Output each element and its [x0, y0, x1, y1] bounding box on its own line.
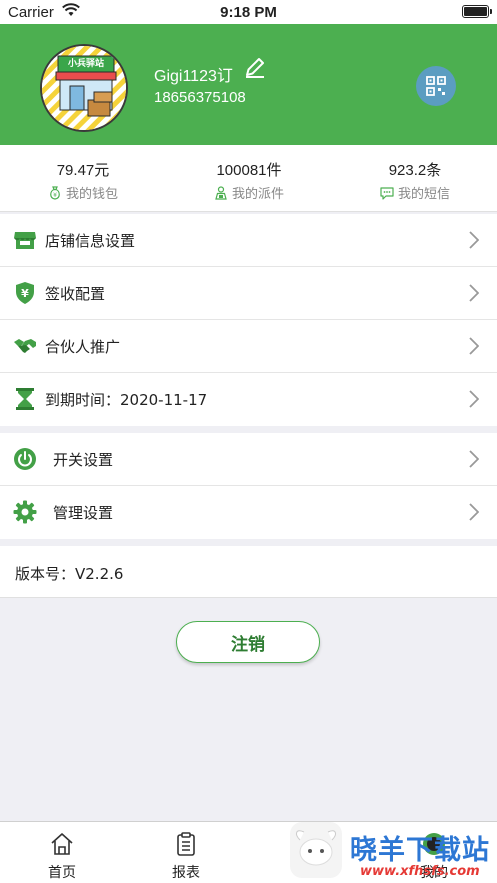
chevron-right-icon [469, 450, 479, 468]
profile-header: 小兵驿站 Gigi1123订 18656375108 [0, 24, 497, 145]
delivery-value: 100081件 [216, 162, 282, 179]
battery-icon [462, 5, 492, 18]
wallet-value: 79.47元 [56, 162, 110, 179]
store-icon [14, 232, 36, 249]
svg-text:¥: ¥ [53, 192, 57, 199]
version-label: 版本号：V2.2.6 [15, 565, 124, 583]
gear-icon [13, 500, 37, 524]
status-bar: Carrier 9:18 PM [0, 0, 497, 24]
watermark-url: www.xfhsfs.com [360, 864, 480, 879]
courier-icon [215, 185, 227, 200]
power-icon [14, 448, 36, 470]
menu-label-store-info: 店铺信息设置 [45, 232, 136, 250]
menu-group-store: 店铺信息设置 ¥ 签收配置 合伙人推广 到期时间：2020-11-17 [0, 214, 497, 426]
wallet-stat[interactable]: 79.47元 ¥ 我的钱包 [0, 145, 166, 212]
chevron-right-icon [469, 231, 479, 249]
menu-item-switch-settings[interactable]: 开关设置 [0, 433, 497, 486]
wallet-label: 我的钱包 [65, 187, 118, 202]
watermark-text: 晓羊下载站 [350, 835, 490, 866]
clock: 9:18 PM [220, 4, 277, 21]
menu-label-signing-config: 签收配置 [45, 285, 106, 303]
avatar[interactable]: 小兵驿站 [40, 44, 128, 132]
clipboard-icon [177, 832, 195, 856]
qr-code-button[interactable] [416, 66, 456, 106]
tab-home[interactable]: 首页 [0, 822, 124, 883]
svg-text:¥: ¥ [21, 287, 29, 300]
menu-item-expiry-date[interactable]: 到期时间：2020-11-17 [0, 373, 497, 426]
logout-button[interactable]: 注销 [176, 621, 320, 663]
menu-group-settings: 开关设置 管理设置 [0, 433, 497, 539]
chevron-right-icon [469, 284, 479, 302]
handshake-icon [14, 339, 36, 353]
watermark: 晓羊下载站 www.xfhsfs.com [290, 820, 497, 883]
menu-item-management-settings[interactable]: 管理设置 [0, 486, 497, 539]
avatar-sign-text: 小兵驿站 [67, 59, 104, 69]
version-bar: 版本号：V2.2.6 [0, 546, 497, 598]
sms-value: 923.2条 [388, 162, 442, 179]
home-icon [51, 833, 73, 855]
menu-label-partner-promotion: 合伙人推广 [45, 338, 121, 356]
menu-item-partner-promotion[interactable]: 合伙人推广 [0, 320, 497, 373]
shield-yuan-icon: ¥ [16, 282, 34, 304]
sheep-logo-icon [290, 822, 342, 878]
chevron-right-icon [469, 337, 479, 355]
qr-code-icon [426, 76, 446, 96]
tab-reports-label: 报表 [172, 865, 200, 881]
menu-label-expiry-date: 到期时间：2020-11-17 [45, 391, 208, 409]
menu-item-store-info[interactable]: 店铺信息设置 [0, 214, 497, 267]
message-icon [380, 186, 394, 200]
hourglass-icon [16, 388, 34, 410]
menu-label-management-settings: 管理设置 [53, 504, 114, 522]
menu-label-switch-settings: 开关设置 [53, 451, 114, 469]
sms-label: 我的短信 [397, 187, 450, 202]
delivery-stat[interactable]: 100081件 我的派件 [166, 145, 332, 212]
username: Gigi1123订 [154, 68, 233, 85]
sms-stat[interactable]: 923.2条 我的短信 [332, 145, 497, 212]
money-bag-icon: ¥ [50, 185, 60, 200]
edit-pencil-icon[interactable] [243, 55, 267, 79]
menu-item-signing-config[interactable]: ¥ 签收配置 [0, 267, 497, 320]
chevron-right-icon [469, 503, 479, 521]
stats-bar: 79.47元 ¥ 我的钱包 100081件 我的派件 923.2条 我的短信 [0, 145, 497, 212]
tab-home-label: 首页 [48, 865, 76, 881]
tab-reports[interactable]: 报表 [124, 822, 248, 883]
chevron-right-icon [469, 390, 479, 408]
delivery-label: 我的派件 [231, 187, 284, 202]
phone-number: 18656375108 [154, 89, 246, 106]
